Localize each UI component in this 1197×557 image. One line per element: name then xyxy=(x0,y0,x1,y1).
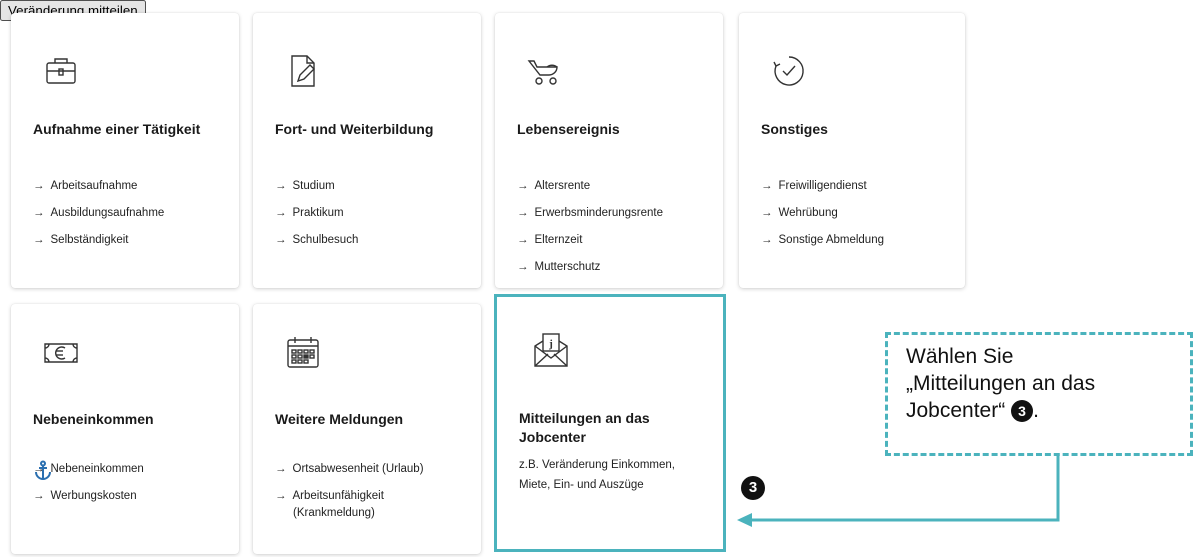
callout-line-3: Jobcenter“ xyxy=(906,399,1006,422)
callout-line-1: Wählen Sie xyxy=(906,345,1014,368)
link-selbstaendigkeit[interactable]: → Selbständigkeit xyxy=(33,227,164,254)
link-praktikum[interactable]: → Praktikum xyxy=(275,200,358,227)
card-title: Fort- und Weiterbildung xyxy=(275,121,434,137)
briefcase-icon xyxy=(41,51,81,91)
link-elternzeit[interactable]: → Elternzeit xyxy=(517,227,663,254)
link-sonstige-abmeldung[interactable]: → Sonstige Abmeldung xyxy=(761,227,884,254)
link-freiwilligendienst[interactable]: → Freiwilligendienst xyxy=(761,173,884,200)
link-studium[interactable]: → Studium xyxy=(275,173,358,200)
card-lebensereignis[interactable]: Lebensereignis → Altersrente → Erwerbsmind… xyxy=(495,13,723,288)
clock-check-icon xyxy=(769,51,809,91)
link-altersrente[interactable]: → Altersrente xyxy=(517,173,663,200)
card-weitere-meldungen[interactable]: Weitere Meldungen → Ortsabwesenheit (Urla… xyxy=(253,304,481,554)
link-mutterschutz[interactable]: → Mutterschutz xyxy=(517,254,663,281)
card-title: Nebeneinkommen xyxy=(33,411,154,427)
card-sonstiges[interactable]: Sonstiges → Freiwilligendienst → Wehrübung… xyxy=(739,13,965,288)
card-link-list: → Altersrente → Erwerbsminderungsrente → El… xyxy=(517,173,663,281)
link-ortsabwesenheit[interactable]: → Ortsabwesenheit (Urlaub) xyxy=(275,456,424,483)
anchor-icon xyxy=(35,460,51,480)
card-title: Sonstiges xyxy=(761,121,828,137)
calendar-icon xyxy=(283,332,323,372)
link-ausbildungsaufnahme[interactable]: → Ausbildungsaufnahme xyxy=(33,200,164,227)
link-wehruebung[interactable]: → Wehrübung xyxy=(761,200,884,227)
link-arbeitsunfaehigkeit[interactable]: → Arbeitsunfähigkeit (Krankmeldung) xyxy=(275,488,424,522)
stroller-icon xyxy=(525,51,565,91)
card-title: Weitere Meldungen xyxy=(275,411,404,427)
highlight-frame xyxy=(494,294,726,552)
card-link-list: → Arbeitsaufnahme → Ausbildungsaufnahme → S… xyxy=(33,173,164,254)
document-edit-icon xyxy=(283,51,323,91)
callout-suffix: . xyxy=(1033,399,1039,422)
card-aufnahme-taetigkeit[interactable]: Aufnahme einer Tätigkeit → Arbeitsaufnahm… xyxy=(11,13,239,288)
card-link-list: → Freiwilligendienst → Wehrübung → Sonstige… xyxy=(761,173,884,254)
card-title: Lebensereignis xyxy=(517,121,620,137)
card-fort-weiterbildung[interactable]: Fort- und Weiterbildung → Studium → Prakti… xyxy=(253,13,481,288)
euro-banknote-icon xyxy=(41,332,81,372)
callout-badge: 3 xyxy=(1011,400,1034,422)
card-title: Aufnahme einer Tätigkeit xyxy=(33,121,201,137)
link-werbungskosten[interactable]: → Werbungskosten xyxy=(33,483,144,510)
link-schulbesuch[interactable]: → Schulbesuch xyxy=(275,227,358,254)
instruction-callout: Wählen Sie „Mitteilungen an das Jobcente… xyxy=(885,332,1193,456)
callout-line-2: „Mitteilungen an das xyxy=(906,372,1096,395)
link-erwerbsminderungsrente[interactable]: → Erwerbsminderungsrente xyxy=(517,200,663,227)
link-arbeitsaufnahme[interactable]: → Arbeitsaufnahme xyxy=(33,173,164,200)
card-nebeneinkommen[interactable]: Nebeneinkommen → Nebeneinkommen → Werbungs… xyxy=(11,304,239,554)
card-link-list: → Ortsabwesenheit (Urlaub) → Arbeitsunfähi… xyxy=(275,456,424,522)
card-link-list: → Studium → Praktikum → Schulbesuch xyxy=(275,173,358,254)
step-badge: 3 xyxy=(741,476,765,500)
